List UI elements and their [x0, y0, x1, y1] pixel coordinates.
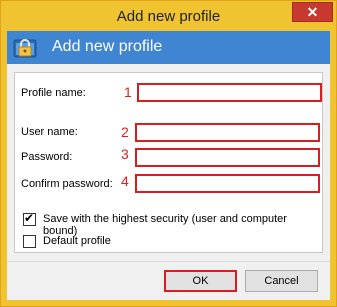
- step-number-2: 2: [121, 124, 129, 140]
- password-label: Password:: [21, 151, 73, 163]
- password-input[interactable]: [137, 150, 318, 165]
- default-profile-checkbox[interactable]: [23, 235, 36, 248]
- dialog-window: Add new profile ✕ Add new profile Profil…: [0, 0, 337, 307]
- ok-button[interactable]: OK: [164, 270, 237, 292]
- step-number-3: 3: [121, 146, 129, 162]
- title-bar[interactable]: Add new profile ✕: [1, 1, 336, 31]
- user-name-label: User name:: [21, 126, 78, 138]
- form-panel: Profile name: 1 User name: 2 Password: 3…: [14, 72, 323, 253]
- header-title: Add new profile: [52, 38, 163, 55]
- profile-name-input[interactable]: [139, 85, 320, 100]
- lock-folder-icon: [13, 39, 37, 58]
- user-name-field[interactable]: [135, 123, 320, 142]
- profile-name-field[interactable]: [137, 83, 322, 102]
- user-name-input[interactable]: [137, 125, 318, 140]
- default-profile-label[interactable]: Default profile: [43, 235, 111, 247]
- highest-security-label[interactable]: Save with the highest security (user and…: [43, 213, 322, 237]
- cancel-button[interactable]: Cancel: [245, 270, 318, 292]
- confirm-password-label: Confirm password:: [21, 178, 113, 190]
- dialog-body: Add new profile Profile name: 1 User nam…: [7, 31, 330, 300]
- step-number-4: 4: [121, 173, 129, 189]
- confirm-password-field[interactable]: [135, 174, 320, 193]
- confirm-password-input[interactable]: [137, 176, 318, 191]
- password-field[interactable]: [135, 148, 320, 167]
- close-icon: ✕: [306, 4, 319, 20]
- highest-security-checkbox[interactable]: ✔: [23, 211, 36, 226]
- dialog-header: Add new profile: [7, 31, 330, 64]
- close-button[interactable]: ✕: [292, 2, 333, 22]
- step-number-1: 1: [124, 84, 132, 100]
- profile-name-label: Profile name:: [21, 87, 86, 99]
- window-title: Add new profile: [116, 8, 221, 25]
- footer-divider: [7, 261, 330, 262]
- checkmark-icon: ✔: [24, 211, 35, 225]
